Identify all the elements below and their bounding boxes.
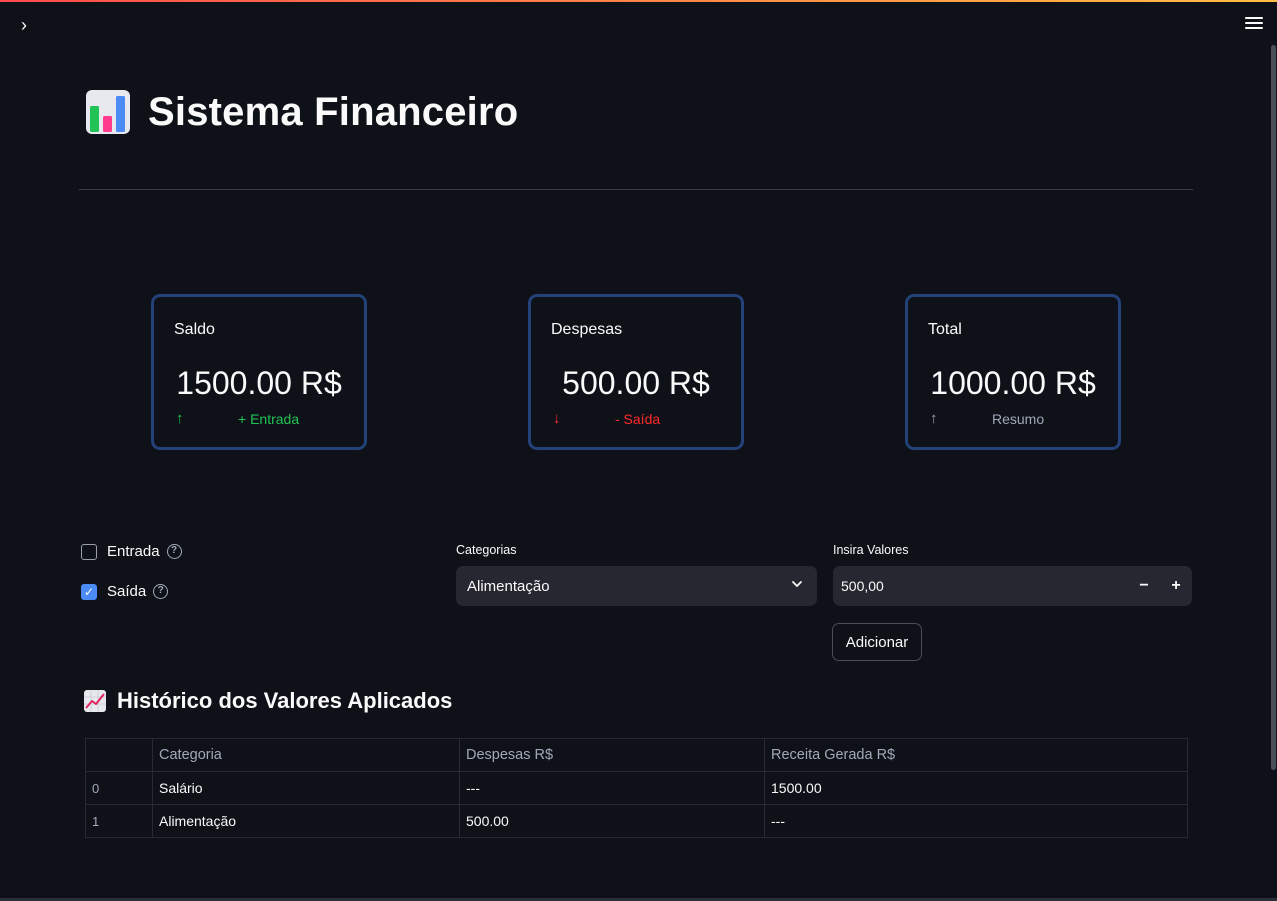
metric-delta: ↓ - Saída	[553, 410, 721, 427]
table-header-receita[interactable]: Receita Gerada R$	[764, 738, 1188, 772]
valores-number-input[interactable]: 500,00 − +	[833, 566, 1192, 606]
chevron-right-icon[interactable]: ›	[14, 14, 34, 36]
metric-value: 500.00 R$	[562, 365, 710, 401]
metric-delta: ↑ Resumo	[930, 410, 1098, 427]
page-title: Sistema Financeiro	[148, 89, 519, 134]
categorias-label: Categorias	[456, 543, 517, 557]
metric-card-total: Total 1000.00 R$ ↑ Resumo	[905, 294, 1121, 450]
saida-checkbox-row[interactable]: ✓ Saída ?	[81, 583, 169, 600]
metric-value: 1000.00 R$	[930, 365, 1096, 401]
metric-delta-label: Resumo	[992, 410, 1045, 427]
saida-label: Saída	[107, 583, 147, 600]
table-row: 1 Alimentação 500.00 ---	[85, 804, 1188, 838]
table-cell-despesas[interactable]: ---	[459, 771, 765, 805]
valores-input-value[interactable]: 500,00	[833, 578, 1128, 594]
arrow-up-icon: ↑	[176, 410, 184, 427]
chevron-down-icon	[792, 581, 802, 587]
table-header-categoria[interactable]: Categoria	[152, 738, 460, 772]
arrow-up-icon: ↑	[930, 410, 938, 427]
metric-value: 1500.00 R$	[176, 365, 342, 401]
table-header-despesas[interactable]: Despesas R$	[459, 738, 765, 772]
table-row: 0 Salário --- 1500.00	[85, 771, 1188, 805]
valores-label: Insira Valores	[833, 543, 909, 557]
chart-increasing-emoji-icon	[84, 690, 106, 712]
table-header-index	[85, 738, 153, 772]
adicionar-button[interactable]: Adicionar	[832, 623, 922, 661]
top-decoration-bar	[0, 0, 1277, 2]
table-cell-receita[interactable]: ---	[764, 804, 1188, 838]
history-table: Categoria Despesas R$ Receita Gerada R$ …	[85, 738, 1188, 838]
table-cell-receita[interactable]: 1500.00	[764, 771, 1188, 805]
categorias-select[interactable]: Alimentação	[456, 566, 817, 606]
bar-chart-emoji-icon	[86, 90, 130, 134]
table-cell-index: 0	[85, 771, 153, 805]
history-heading: Histórico dos Valores Aplicados	[83, 688, 452, 714]
table-cell-index: 1	[85, 804, 153, 838]
categorias-selected-value: Alimentação	[467, 577, 550, 595]
table-header-row: Categoria Despesas R$ Receita Gerada R$	[85, 738, 1188, 772]
page-header: Sistema Financeiro	[84, 88, 518, 136]
hamburger-menu-icon[interactable]	[1243, 14, 1265, 34]
table-cell-categoria[interactable]: Salário	[152, 771, 460, 805]
help-icon[interactable]: ?	[166, 544, 182, 559]
divider	[79, 189, 1193, 190]
metric-label: Despesas	[551, 321, 623, 338]
metric-delta-label: - Saída	[615, 410, 661, 427]
metric-label: Saldo	[174, 321, 215, 338]
metric-card-saldo: Saldo 1500.00 R$ ↑ + Entrada	[151, 294, 367, 450]
entrada-label: Entrada	[107, 543, 160, 560]
saida-checkbox[interactable]: ✓	[81, 583, 97, 600]
table-cell-categoria[interactable]: Alimentação	[152, 804, 460, 838]
arrow-down-icon: ↓	[553, 410, 561, 427]
metric-delta: ↑ + Entrada	[176, 410, 344, 427]
table-cell-despesas[interactable]: 500.00	[459, 804, 765, 838]
increment-button[interactable]: +	[1160, 566, 1192, 606]
metric-card-despesas: Despesas 500.00 R$ ↓ - Saída	[528, 294, 744, 450]
metric-delta-label: + Entrada	[238, 410, 300, 427]
entrada-checkbox-row[interactable]: Entrada ?	[81, 543, 182, 560]
help-icon[interactable]: ?	[153, 584, 169, 599]
metric-label: Total	[928, 321, 962, 338]
history-title: Histórico dos Valores Aplicados	[117, 688, 453, 713]
scrollbar[interactable]	[1271, 45, 1276, 770]
decrement-button[interactable]: −	[1128, 566, 1160, 606]
entrada-checkbox[interactable]	[81, 543, 97, 560]
